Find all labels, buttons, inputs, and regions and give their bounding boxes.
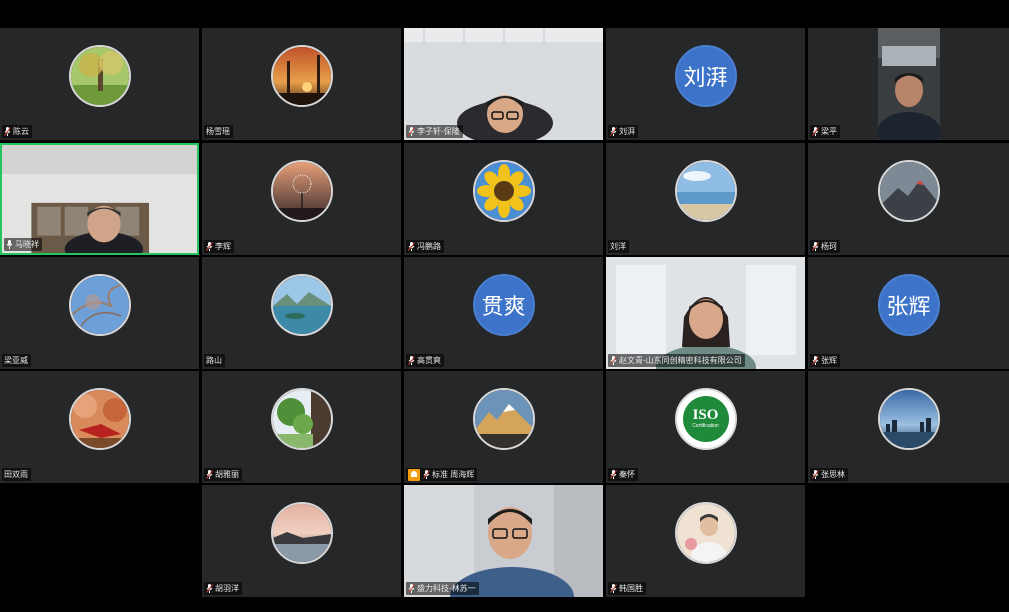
profile-photo-greenery [270, 388, 333, 450]
microphone-icon [408, 584, 415, 593]
participant-tile[interactable]: 赵文青-山东同创精密科技有限公司 [606, 257, 805, 369]
profile-photo-lake-sunset [270, 502, 333, 564]
microphone-icon [408, 242, 415, 251]
participant-tile[interactable]: 杨珂 [808, 143, 1009, 255]
name-avatar: 张辉 [877, 274, 940, 336]
profile-photo-sunset-tower [270, 45, 333, 107]
participant-tile[interactable]: 梁平 [808, 28, 1009, 140]
profile-photo-autumn [68, 388, 131, 450]
participant-tile[interactable]: 刘湃 刘湃 [606, 28, 805, 140]
participant-tile[interactable]: 刘洋 [606, 143, 805, 255]
name-avatar: 贯爽 [472, 274, 535, 336]
name-tag: 赵文青-山东同创精密科技有限公司 [608, 354, 745, 367]
name-tag: 陈云 [2, 125, 32, 138]
profile-photo-beach [674, 160, 737, 222]
microphone-icon [423, 470, 430, 479]
name-tag: 路山 [204, 354, 225, 367]
microphone-icon [610, 127, 617, 136]
name-tag: 杨珂 [810, 240, 840, 253]
participant-tile[interactable]: 杨雪瑶 [202, 28, 401, 140]
name-tag: 盛力科技-林苏一 [406, 582, 479, 595]
name-tag: 张辉 [810, 354, 840, 367]
participant-tile[interactable]: 胡羽洋 [202, 485, 401, 597]
iso-certification-logo: ISO Certification [682, 396, 729, 442]
microphone-icon [812, 356, 819, 365]
profile-photo-lake [270, 274, 333, 336]
organization-icon [408, 468, 420, 481]
participant-tile[interactable]: 韩国胜 [606, 485, 805, 597]
camera-video-feed [606, 257, 805, 369]
participant-tile[interactable]: 李辉 [202, 143, 401, 255]
profile-photo-city-dusk [877, 388, 940, 450]
profile-photo-dandelion [270, 160, 333, 222]
name-tag: 高贯爽 [406, 354, 444, 367]
microphone-icon [812, 242, 819, 251]
name-tag: 胡雅丽 [204, 468, 242, 481]
profile-photo-mountain [877, 160, 940, 222]
profile-photo-sunflower [472, 160, 535, 222]
participant-grid: 陈云 杨雪瑶 李子轩-保隆 刘湃 刘湃 梁平 马晓祥 李辉 冯鹏路 刘洋 杨珂 … [0, 28, 1009, 600]
microphone-icon [610, 356, 617, 365]
participant-tile[interactable]: 张思林 [808, 371, 1009, 483]
microphone-icon [812, 470, 819, 479]
profile-photo-person [674, 502, 737, 564]
name-tag: 胡羽洋 [204, 582, 242, 595]
camera-video-feed [878, 28, 940, 140]
participant-tile[interactable]: 陈云 [0, 28, 199, 140]
participant-tile[interactable]: 田双雨 [0, 371, 199, 483]
name-tag: 杨雪瑶 [204, 125, 233, 138]
microphone-icon [206, 584, 213, 593]
name-avatar: 刘湃 [674, 45, 737, 107]
iso-certification-avatar: ISO Certification [674, 388, 737, 450]
microphone-icon [812, 127, 819, 136]
microphone-icon [206, 470, 213, 479]
participant-tile-active-speaker[interactable]: 马晓祥 [0, 143, 199, 255]
microphone-icon [6, 240, 13, 249]
participant-tile[interactable]: 冯鹏路 [404, 143, 603, 255]
name-tag: 韩国胜 [608, 582, 646, 595]
microphone-icon [408, 356, 415, 365]
profile-photo-tree [68, 45, 131, 107]
name-tag: 梁平 [810, 125, 840, 138]
participant-tile[interactable]: 盛力科技-林苏一 [404, 485, 603, 597]
name-tag: 标准 周海辉 [406, 468, 478, 481]
microphone-icon [206, 242, 213, 251]
participant-tile[interactable]: 李子轩-保隆 [404, 28, 603, 140]
participant-tile[interactable]: 贯爽 高贯爽 [404, 257, 603, 369]
profile-photo-snow-peaks [472, 388, 535, 450]
name-tag: 刘洋 [608, 240, 629, 253]
name-tag: 李子轩-保隆 [406, 125, 463, 138]
microphone-icon [4, 127, 11, 136]
participant-tile[interactable]: 路山 [202, 257, 401, 369]
microphone-icon [408, 127, 415, 136]
profile-photo-branches [68, 274, 131, 336]
participant-tile[interactable]: 张辉 张辉 [808, 257, 1009, 369]
participant-tile[interactable]: 胡雅丽 [202, 371, 401, 483]
participant-tile[interactable]: 标准 周海辉 [404, 371, 603, 483]
camera-video-feed [404, 28, 603, 140]
name-tag: 田双雨 [2, 468, 31, 481]
participant-tile[interactable]: 梁亚威 [0, 257, 199, 369]
microphone-icon [610, 584, 617, 593]
camera-video-feed [2, 145, 197, 253]
name-tag: 刘湃 [608, 125, 638, 138]
name-tag: 梁亚威 [2, 354, 31, 367]
name-tag: 冯鹏路 [406, 240, 444, 253]
microphone-icon [610, 470, 617, 479]
name-tag: 李辉 [204, 240, 234, 253]
name-tag: 张思林 [810, 468, 848, 481]
camera-video-feed [404, 485, 603, 597]
participant-tile[interactable]: ISO Certification 秦怀 [606, 371, 805, 483]
name-tag: 秦怀 [608, 468, 638, 481]
name-tag: 马晓祥 [4, 238, 42, 251]
